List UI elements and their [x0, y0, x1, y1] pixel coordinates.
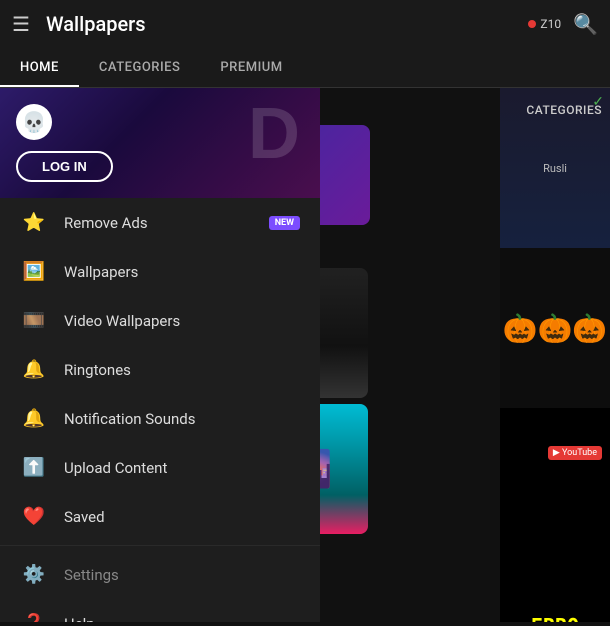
menu-item-help[interactable]: ❓ Help — [0, 599, 320, 622]
side-menu-overlay: 💀 D LOG IN ⭐ Remove Ads NEW 🖼️ Wallpaper… — [0, 88, 320, 622]
d-logo: D — [248, 98, 300, 170]
overlay-header: 💀 D LOG IN — [0, 88, 320, 198]
overlay-menu: ⭐ Remove Ads NEW 🖼️ Wallpapers 🎞️ Video … — [0, 198, 320, 622]
check-badge: ✓ — [592, 94, 604, 110]
star-icon: ⭐ — [20, 212, 48, 233]
settings-icon: ⚙️ — [20, 564, 48, 585]
video-wallpapers-label: Video Wallpapers — [64, 312, 300, 330]
search-icon[interactable]: 🔍 — [573, 12, 598, 36]
menu-item-ringtones[interactable]: 🔔 Ringtones — [0, 345, 320, 394]
overlay-logo: 💀 — [16, 104, 52, 140]
categories-label: CATEGORIES — [526, 103, 602, 117]
tab-home[interactable]: HOME — [0, 48, 79, 87]
main-content: CATEGORIES Rusli ✓ 🎃🎃🎃 ▶ YouTube ERRO Fe… — [0, 88, 610, 622]
wallpapers-label: Wallpapers — [64, 263, 300, 281]
menu-item-notification-sounds[interactable]: 🔔 Notification Sounds — [0, 394, 320, 443]
menu-icon[interactable]: ☰ — [12, 12, 30, 36]
menu-divider — [0, 545, 320, 546]
help-icon: ❓ — [20, 613, 48, 622]
settings-label: Settings — [64, 566, 300, 584]
error-image: ERRO — [500, 468, 610, 622]
battery-dot — [528, 20, 536, 28]
saved-icon: ❤️ — [20, 506, 48, 527]
login-button[interactable]: LOG IN — [16, 151, 113, 182]
remove-ads-label: Remove Ads — [64, 214, 261, 232]
saved-label: Saved — [64, 508, 300, 526]
upload-icon: ⬆️ — [20, 457, 48, 478]
notification-icon: 🔔 — [20, 408, 48, 429]
menu-item-saved[interactable]: ❤️ Saved — [0, 492, 320, 541]
menu-item-remove-ads[interactable]: ⭐ Remove Ads NEW — [0, 198, 320, 247]
halloween-image: 🎃🎃🎃 — [500, 248, 610, 408]
menu-item-upload[interactable]: ⬆️ Upload Content — [0, 443, 320, 492]
notification-sounds-label: Notification Sounds — [64, 410, 300, 428]
right-panel: CATEGORIES Rusli ✓ 🎃🎃🎃 ▶ YouTube ERRO — [500, 88, 610, 622]
ringtone-icon: 🔔 — [20, 359, 48, 380]
tab-categories[interactable]: CATEGORIES — [79, 48, 200, 87]
upload-label: Upload Content — [64, 459, 300, 477]
menu-item-settings[interactable]: ⚙️ Settings — [0, 550, 320, 599]
app-title: Wallpapers — [46, 12, 528, 36]
battery-indicator: Z10 — [528, 17, 561, 31]
youtube-badge: ▶ YouTube — [548, 446, 602, 460]
skull-icon: 💀 — [16, 104, 52, 140]
ringtones-label: Ringtones — [64, 361, 300, 379]
video-icon: 🎞️ — [20, 310, 48, 331]
wallpaper-icon: 🖼️ — [20, 261, 48, 282]
tab-bar: HOME CATEGORIES PREMIUM — [0, 48, 610, 88]
error-text: ERRO — [531, 614, 579, 622]
new-badge: NEW — [269, 216, 300, 230]
right-youtube-row: ▶ YouTube — [500, 408, 610, 468]
menu-item-video-wallpapers[interactable]: 🎞️ Video Wallpapers — [0, 296, 320, 345]
help-label: Help — [64, 615, 300, 623]
battery-text: Z10 — [540, 17, 561, 31]
menu-item-wallpapers[interactable]: 🖼️ Wallpapers — [0, 247, 320, 296]
tab-premium[interactable]: PREMIUM — [200, 48, 302, 87]
top-bar: ☰ Wallpapers Z10 🔍 — [0, 0, 610, 48]
